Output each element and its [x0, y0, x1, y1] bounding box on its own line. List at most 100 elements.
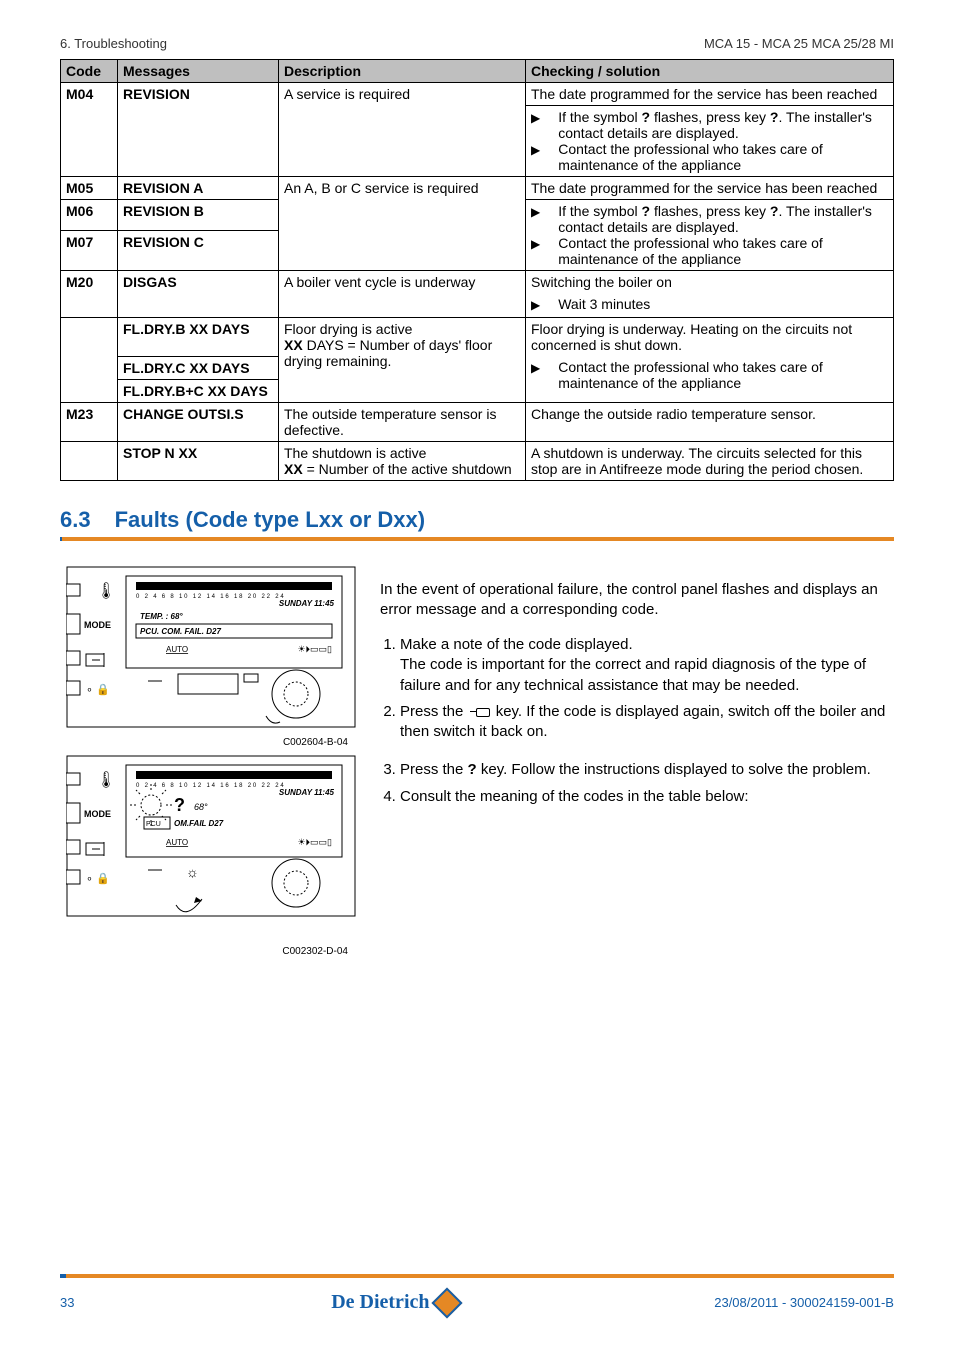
cell-code: M04: [61, 83, 118, 106]
svg-text:∘ 🔒: ∘ 🔒: [86, 872, 110, 885]
lcd-icons-row: ☀⏵▭▭▯: [297, 837, 332, 847]
bullet-icon: ▶: [531, 203, 540, 221]
lcd-icons-row: ☀⏵▭▭▯: [297, 644, 332, 654]
cell-msg: REVISION: [118, 83, 279, 106]
cell-code: M20: [61, 271, 118, 294]
svg-text:PCU: PCU: [146, 821, 161, 828]
bullet-text: Contact the professional who takes care …: [558, 235, 888, 267]
brand-diamond-icon: [431, 1287, 462, 1318]
table-row: M20 DISGAS A boiler vent cycle is underw…: [61, 271, 894, 294]
cell-desc: A boiler vent cycle is underway: [279, 271, 526, 294]
lcd-time: SUNDAY 11:45: [279, 599, 335, 608]
cell-desc: The shutdown is active XX = Number of th…: [279, 441, 526, 480]
bullet-icon: ▶: [531, 296, 540, 314]
cell-msg: REVISION A: [118, 177, 279, 200]
lcd-auto: AUTO: [166, 645, 188, 654]
table-row: M04 REVISION A service is required The d…: [61, 83, 894, 106]
cell-msg: FL.DRY.B XX DAYS: [118, 318, 279, 357]
cell-chk: The date programmed for the service has …: [526, 83, 894, 106]
step-2: Press the key. If the code is displayed …: [400, 702, 894, 743]
brand-text: De Dietrich: [331, 1291, 429, 1314]
section-title: Faults (Code type Lxx or Dxx): [115, 507, 426, 532]
cell-code: M05: [61, 177, 118, 200]
steps-list-2: Press the ? key. Follow the instructions…: [380, 760, 894, 807]
lcd-timeline: 0 2 4 6 8 10 12 14 16 18 20 22 24: [136, 594, 285, 600]
th-code: Code: [61, 60, 118, 83]
th-description: Description: [279, 60, 526, 83]
cell-chk-bullets: ▶ Wait 3 minutes: [526, 293, 894, 318]
cell-msg: CHANGE OUTSI.S: [118, 402, 279, 441]
svg-text:MODE: MODE: [84, 620, 111, 630]
lcd-temp: TEMP. : 68°: [140, 612, 183, 621]
cell-chk-bullets: ▶ Contact the professional who takes car…: [526, 356, 894, 402]
cell-code: M06: [61, 200, 118, 231]
lcd-fail-line: OM.FAIL D27: [174, 819, 224, 828]
cell-code: M23: [61, 402, 118, 441]
cell-chk: The date programmed for the service has …: [526, 177, 894, 200]
brand-logo: De Dietrich: [331, 1291, 457, 1314]
cell-msg: STOP N XX: [118, 441, 279, 480]
steps-list: Make a note of the code displayed. The c…: [380, 635, 894, 742]
cell-msg: REVISION B: [118, 200, 279, 231]
cell-chk-bullets: ▶ If the symbol ? flashes, press key ?. …: [526, 106, 894, 177]
lcd-timeline: 0 2 4 6 8 10 12 14 16 18 20 22 24: [136, 783, 285, 789]
cell-chk: Change the outside radio temperature sen…: [526, 402, 894, 441]
cell-chk: A shutdown is underway. The circuits sel…: [526, 441, 894, 480]
control-panel-figure: 🌡 MODE ∘ 🔒 0 2 4 6 8 10 12 14 16 18 20 2…: [66, 565, 356, 729]
bullet-text: Wait 3 minutes: [558, 296, 650, 312]
intro-text: In the event of operational failure, the…: [380, 580, 894, 621]
th-checking: Checking / solution: [526, 60, 894, 83]
th-messages: Messages: [118, 60, 279, 83]
table-row: M23 CHANGE OUTSI.S The outside temperatu…: [61, 402, 894, 441]
step-3: Press the ? key. Follow the instructions…: [400, 760, 894, 780]
bullet-icon: ▶: [531, 235, 540, 253]
messages-table: Code Messages Description Checking / sol…: [60, 59, 894, 481]
reset-key-icon: [470, 706, 490, 718]
control-panel-figure-2: 🌡 MODE ∘ 🔒 0 2 4 6 8 10 12 14 16 18 20 2…: [66, 754, 356, 918]
cell-code: M07: [61, 231, 118, 262]
table-row: M05 REVISION A An A, B or C service is r…: [61, 177, 894, 200]
table-row: ▶ Wait 3 minutes: [61, 293, 894, 318]
svg-text:🌡: 🌡: [96, 582, 116, 600]
svg-text:🌡: 🌡: [96, 771, 116, 789]
section-heading: 6.3 Faults (Code type Lxx or Dxx): [60, 507, 894, 533]
bullet-icon: ▶: [531, 359, 540, 377]
lcd-time: SUNDAY 11:45: [279, 788, 335, 797]
footer-divider: [60, 1274, 894, 1278]
cell-msg: DISGAS: [118, 271, 279, 294]
cell-chk: Floor drying is underway. Heating on the…: [526, 318, 894, 357]
bullet-text: If the symbol ? flashes, press key ?. Th…: [558, 109, 888, 141]
bullet-icon: ▶: [531, 141, 540, 159]
figure-caption: C002302-D-04: [60, 946, 360, 957]
lcd-error-line: PCU. COM. FAIL. D27: [140, 627, 221, 636]
cell-msg: FL.DRY.B+C XX DAYS: [118, 379, 279, 402]
bullet-text: Contact the professional who takes care …: [558, 359, 888, 391]
page-number: 33: [60, 1295, 74, 1310]
header-model: MCA 15 - MCA 25 MCA 25/28 MI: [704, 36, 894, 51]
cell-desc: The outside temperature sensor is defect…: [279, 402, 526, 441]
table-row: ▶ If the symbol ? flashes, press key ?. …: [61, 106, 894, 177]
bullet-text: If the symbol ? flashes, press key ?. Th…: [558, 203, 888, 235]
header-chapter: 6. Troubleshooting: [60, 36, 167, 51]
svg-text:∘ 🔒: ∘ 🔒: [86, 683, 110, 696]
table-row: FL.DRY.B XX DAYS Floor drying is active …: [61, 318, 894, 357]
section-number: 6.3: [60, 507, 91, 533]
bullet-text: Contact the professional who takes care …: [558, 141, 888, 173]
lcd-auto: AUTO: [166, 838, 188, 847]
cell-msg: REVISION C: [118, 231, 279, 262]
cell-desc: Floor drying is active XX DAYS = Number …: [279, 318, 526, 403]
cell-desc: An A, B or C service is required: [279, 177, 526, 262]
figure-caption: C002604-B-04: [60, 737, 360, 748]
mode-label: MODE: [84, 809, 111, 819]
svg-text:☼: ☼: [186, 864, 199, 880]
section-divider: [60, 537, 894, 541]
step-1: Make a note of the code displayed. The c…: [400, 635, 894, 696]
cell-chk: Switching the boiler on: [526, 271, 894, 294]
lcd-question-icon: ?: [174, 795, 185, 815]
bullet-icon: ▶: [531, 109, 540, 127]
doc-id: 23/08/2011 - 300024159-001-B: [714, 1295, 894, 1310]
cell-chk-bullets: ▶ If the symbol ? flashes, press key ?. …: [526, 200, 894, 271]
cell-msg: FL.DRY.C XX DAYS: [118, 356, 279, 379]
step-4: Consult the meaning of the codes in the …: [400, 787, 894, 807]
table-row: STOP N XX The shutdown is active XX = Nu…: [61, 441, 894, 480]
